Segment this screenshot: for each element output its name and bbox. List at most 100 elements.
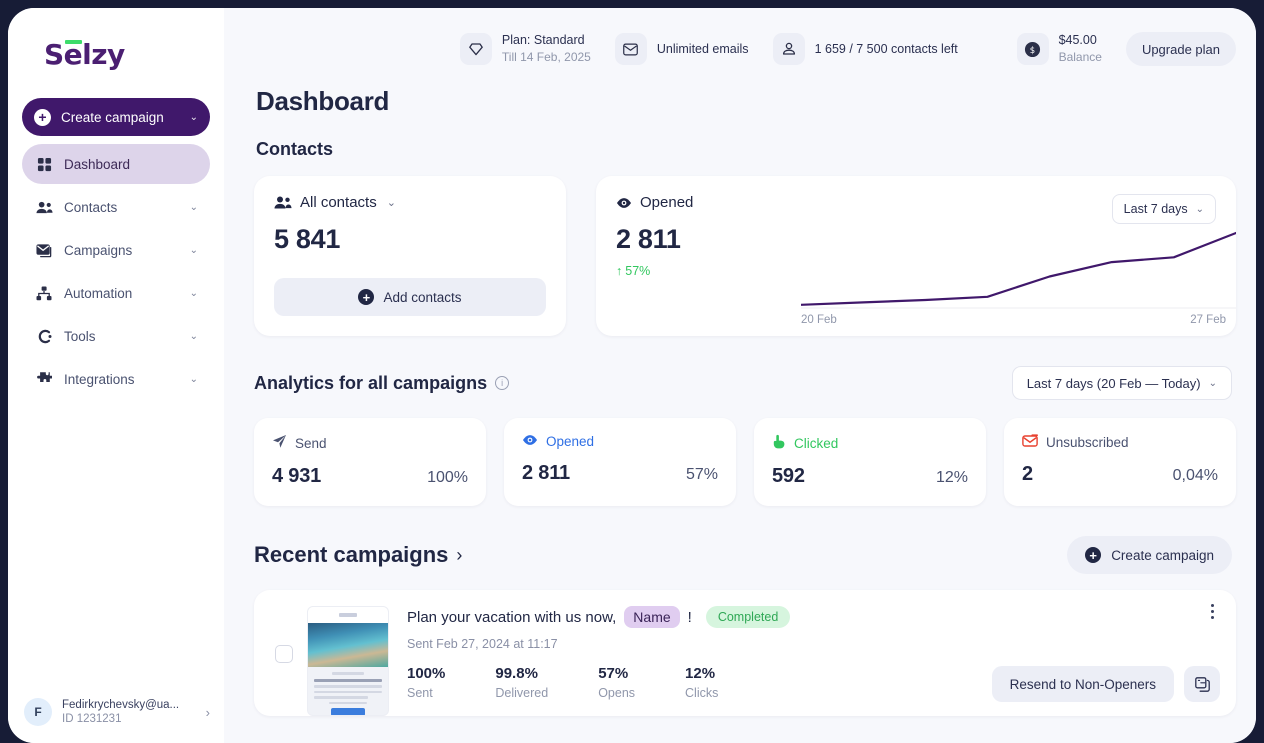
plus-circle-icon: + — [34, 108, 51, 126]
merge-tag-chip: Name — [624, 606, 680, 628]
people-icon — [274, 195, 292, 210]
sitemap-icon — [34, 286, 54, 301]
contacts-quota[interactable]: 1 659 / 7 500 contacts left — [763, 33, 1003, 65]
recent-campaigns-title[interactable]: Recent campaigns › — [254, 542, 462, 568]
metric-card-unsubscribed[interactable]: Unsubscribed 2 0,04% — [1004, 418, 1236, 506]
analytics-range-select[interactable]: Last 7 days (20 Feb — Today) ⌄ — [1011, 366, 1232, 400]
recent-campaigns-header: Recent campaigns › + Create campaign — [254, 536, 1236, 574]
profile-id: ID 1231231 — [62, 713, 122, 725]
page-title: Dashboard — [256, 86, 390, 116]
emails-label: Unlimited emails — [656, 42, 749, 56]
metric-head: Unsubscribed — [1022, 434, 1218, 450]
stat-value: 57% — [598, 665, 629, 682]
resend-button[interactable]: Resend to Non-Openers — [991, 666, 1174, 702]
plus-circle-icon: + — [358, 289, 375, 305]
people-icon — [34, 200, 54, 215]
campaign-stat-delivered: 99.8% Delivered — [495, 665, 548, 700]
metric-value: 4 931 — [272, 465, 322, 487]
sidebar-item-automation[interactable]: Automation ⌄ — [22, 273, 210, 313]
up-arrow-icon: ↑ — [616, 264, 623, 278]
upgrade-plan-button[interactable]: Upgrade plan — [1125, 32, 1236, 66]
metrics-row: Send 4 931 100% Opened 2 811 57% Clicked… — [254, 418, 1236, 506]
chevron-right-icon: › — [205, 704, 210, 720]
create-campaign-label: Create campaign — [61, 109, 164, 125]
chevron-down-icon: ⌄ — [386, 197, 396, 209]
create-campaign-button-main[interactable]: + Create campaign — [1067, 536, 1232, 574]
unsubscribe-icon — [1022, 434, 1038, 450]
topbar: Plan: Standard Till 14 Feb, 2025 Unlimit… — [254, 8, 1236, 90]
campaign-stat-sent: 100% Sent — [407, 665, 445, 700]
opened-card-value: 2 811 — [616, 224, 681, 254]
create-campaign-label: Create campaign — [1111, 547, 1214, 563]
contacts-quota-label: 1 659 / 7 500 contacts left — [814, 42, 958, 56]
chart-axis-labels: 20 Feb 27 Feb — [801, 314, 1226, 326]
chevron-down-icon: ⌄ — [189, 111, 198, 123]
sidebar-item-label: Campaigns — [64, 242, 133, 258]
app-root: Selzy + Create campaign ⌄ Dashboard Cont… — [0, 0, 1264, 743]
campaign-title: Plan your vacation with us now, — [407, 608, 617, 626]
metric-card-opened[interactable]: Opened 2 811 57% — [504, 418, 736, 506]
contacts-section-label: Contacts — [256, 139, 334, 159]
profile-email: Fedirkrychevsky@ua... — [62, 699, 180, 711]
eye-icon — [522, 434, 538, 449]
opened-delta-value: 57% — [625, 264, 651, 278]
metric-percent: 0,04% — [1172, 467, 1218, 484]
chevron-down-icon: ⌄ — [189, 373, 198, 385]
sidebar-item-integrations[interactable]: Integrations ⌄ — [22, 359, 210, 399]
opened-card-title: Opened — [640, 194, 694, 211]
metric-head: Clicked — [772, 434, 968, 452]
chart-axis-start: 20 Feb — [801, 314, 837, 326]
add-contacts-label: Add contacts — [383, 289, 462, 305]
grid-icon — [34, 157, 54, 172]
info-icon[interactable]: i — [495, 376, 510, 390]
emails-info[interactable]: Unlimited emails — [605, 33, 759, 65]
create-campaign-button[interactable]: + Create campaign ⌄ — [22, 98, 210, 136]
plan-name: Plan: Standard — [501, 33, 585, 48]
metric-head: Opened — [522, 434, 718, 449]
metric-label: Clicked — [794, 435, 839, 451]
sidebar: Selzy + Create campaign ⌄ Dashboard Cont… — [8, 8, 224, 743]
chevron-right-icon: › — [456, 544, 463, 565]
user-profile[interactable]: F Fedirkrychevsky@ua... ID 1231231 › — [8, 681, 224, 743]
all-contacts-selector[interactable]: All contacts ⌄ — [274, 194, 546, 211]
balance-amount: $45.00 — [1058, 33, 1097, 48]
brand-logo[interactable]: Selzy — [8, 8, 224, 86]
campaign-stat-opens: 57% Opens — [598, 665, 635, 700]
campaign-thumbnail[interactable] — [307, 606, 389, 716]
metric-value: 2 — [1022, 463, 1033, 485]
metric-card-send[interactable]: Send 4 931 100% — [254, 418, 486, 506]
kebab-menu-icon[interactable] — [1205, 602, 1220, 624]
metric-head: Send — [272, 434, 468, 452]
contacts-section-title: Contacts — [256, 139, 1236, 160]
sidebar-item-tools[interactable]: Tools ⌄ — [22, 316, 210, 356]
metric-card-clicked[interactable]: Clicked 592 12% — [754, 418, 986, 506]
chevron-down-icon: ⌄ — [189, 244, 198, 256]
stat-label: Opens — [598, 686, 636, 700]
plan-info[interactable]: Plan: Standard Till 14 Feb, 2025 — [450, 32, 601, 65]
stat-value: 100% — [407, 665, 446, 682]
metric-label: Unsubscribed — [1046, 434, 1129, 450]
sidebar-item-campaigns[interactable]: Campaigns ⌄ — [22, 230, 210, 270]
status-badge: Completed — [705, 606, 791, 628]
sidebar-item-dashboard[interactable]: Dashboard — [22, 144, 210, 184]
copy-icon[interactable] — [1184, 666, 1220, 702]
balance-info[interactable]: $ $45.00 Balance — [1007, 32, 1112, 65]
wrench-icon — [34, 329, 54, 344]
sidebar-item-label: Automation — [64, 285, 133, 301]
campaign-row: Plan your vacation with us now, Name ! C… — [254, 590, 1236, 716]
opened-line-chart — [801, 220, 1236, 328]
stat-value: 12% — [685, 665, 716, 682]
all-contacts-value: 5 841 — [274, 224, 341, 254]
add-contacts-button[interactable]: + Add contacts — [274, 278, 546, 316]
coin-icon: $ — [1016, 33, 1049, 65]
chevron-down-icon: ⌄ — [189, 287, 198, 299]
main-content: Plan: Standard Till 14 Feb, 2025 Unlimit… — [224, 8, 1256, 743]
metric-label: Send — [295, 435, 327, 451]
campaign-checkbox[interactable] — [275, 645, 293, 663]
sidebar-item-contacts[interactable]: Contacts ⌄ — [22, 187, 210, 227]
metric-value: 2 811 — [522, 462, 570, 484]
campaign-stat-clicks: 12% Clicks — [685, 665, 718, 700]
stat-label: Delivered — [495, 686, 549, 700]
recent-campaigns-label: Recent campaigns — [254, 542, 449, 567]
campaign-actions: Resend to Non-Openers — [991, 602, 1220, 716]
